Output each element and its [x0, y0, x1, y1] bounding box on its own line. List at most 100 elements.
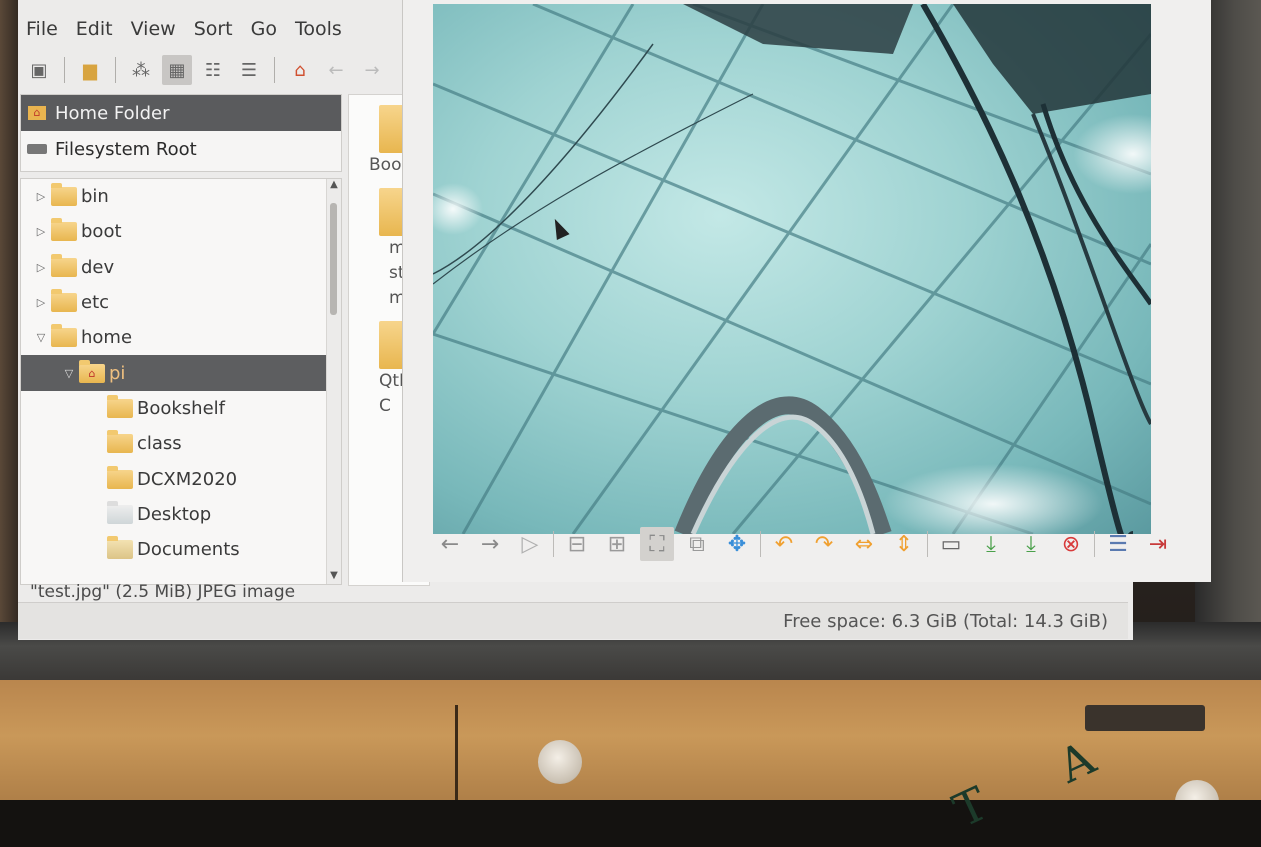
- flip-horizontal-icon[interactable]: ⇔: [847, 527, 881, 561]
- home-icon: ⌂: [27, 105, 47, 121]
- tree-item-dev[interactable]: ▷ dev: [21, 250, 341, 285]
- desktop-folder-icon: [107, 500, 133, 524]
- tree-item-label: DCXM2020: [137, 468, 238, 490]
- tree-item-label: boot: [81, 221, 122, 243]
- free-space-text: Free space: 6.3 GiB (Total: 14.3 GiB): [783, 611, 1108, 632]
- place-home-folder[interactable]: ⌂ Home Folder: [21, 95, 341, 131]
- menu-file[interactable]: File: [24, 14, 60, 44]
- folder-icon: [51, 324, 77, 348]
- folder-icon: [107, 394, 133, 418]
- directory-tree: ▷ bin ▷ boot ▷ dev ▷ etc ▽ home ▽ ⌂ pi Bookshelf class…: [20, 178, 342, 585]
- documents-folder-icon: [107, 536, 133, 560]
- toolbar-separator: [274, 57, 275, 83]
- tree-item-bin[interactable]: ▷ bin: [21, 179, 341, 214]
- image-viewer-window: ← → ▷ ⊟ ⊞ ⛶ ⧉ ✥ ↶ ↷ ⇔ ⇕ ▭ ⤓ ⤓ ⊗ ☰ ⇥: [402, 0, 1211, 582]
- drive-icon: [27, 141, 47, 157]
- place-label: Home Folder: [55, 102, 170, 124]
- forward-arrow-icon[interactable]: →: [473, 527, 507, 561]
- menu-sort[interactable]: Sort: [192, 14, 235, 44]
- toolbar-separator: [553, 531, 554, 557]
- tree-item-label: class: [137, 433, 182, 455]
- collapse-arrow-icon[interactable]: ▽: [59, 367, 79, 380]
- status-bar: Free space: 6.3 GiB (Total: 14.3 GiB): [18, 602, 1128, 639]
- tree-item-label: pi: [109, 362, 126, 384]
- slideshow-icon[interactable]: ▷: [513, 527, 547, 561]
- new-folder-icon[interactable]: ▆: [75, 55, 105, 85]
- toolbar-separator: [64, 57, 65, 83]
- folder-icon: [51, 183, 77, 207]
- places-panel: ⌂ Home Folder Filesystem Root: [20, 94, 342, 172]
- photo-image: [433, 4, 1151, 534]
- place-filesystem-root[interactable]: Filesystem Root: [21, 131, 341, 167]
- expand-arrow-icon[interactable]: ▷: [31, 261, 51, 274]
- tree-item-label: Documents: [137, 539, 240, 561]
- menu-bar: File Edit View Sort Go Tools: [24, 14, 344, 44]
- expand-arrow-icon[interactable]: ▷: [31, 190, 51, 203]
- frame-bracket: [1085, 705, 1205, 731]
- toolbar-separator: [927, 531, 928, 557]
- fullscreen-icon[interactable]: ✥: [720, 527, 754, 561]
- tree-item-class[interactable]: class: [21, 426, 341, 461]
- scrollbar-thumb[interactable]: [330, 203, 337, 315]
- tree-item-label: dev: [81, 256, 115, 278]
- save-icon[interactable]: ⤓: [974, 527, 1008, 561]
- toolbar-separator: [115, 57, 116, 83]
- scroll-up-icon[interactable]: ▲: [327, 179, 341, 193]
- quit-icon[interactable]: ⇥: [1141, 527, 1175, 561]
- delete-icon[interactable]: ⊗: [1054, 527, 1088, 561]
- home-icon[interactable]: ⌂: [285, 55, 315, 85]
- thumbnail-view-icon[interactable]: ▦: [162, 55, 192, 85]
- compact-view-icon[interactable]: ☷: [198, 55, 228, 85]
- folder-icon: [51, 218, 77, 242]
- tree-item-label: Desktop: [137, 503, 212, 525]
- flip-vertical-icon[interactable]: ⇕: [887, 527, 921, 561]
- menu-tools[interactable]: Tools: [293, 14, 344, 44]
- toolbar-separator: [1094, 531, 1095, 557]
- toolbar: ▣ ▆ ⁂ ▦ ☷ ☰ ⌂ ← →: [24, 52, 387, 88]
- frame-screw: [538, 740, 582, 784]
- zoom-in-icon[interactable]: ⊞: [600, 527, 634, 561]
- new-window-icon[interactable]: ▣: [24, 55, 54, 85]
- folder-icon: [51, 253, 77, 277]
- photo-content: [433, 4, 1151, 534]
- open-file-icon[interactable]: ▭: [934, 527, 968, 561]
- expand-arrow-icon[interactable]: ▷: [31, 296, 51, 309]
- tree-item-home[interactable]: ▽ home: [21, 320, 341, 355]
- scroll-down-icon[interactable]: ▼: [327, 570, 341, 584]
- collapse-arrow-icon[interactable]: ▽: [31, 331, 51, 344]
- tree-item-pi[interactable]: ▽ ⌂ pi: [21, 355, 341, 391]
- status-text: "test.jpg" (2.5 MiB) JPEG image: [30, 582, 296, 602]
- tree-scrollbar[interactable]: ▲ ▼: [326, 179, 341, 584]
- background-dark: [0, 800, 1261, 847]
- tree-item-boot[interactable]: ▷ boot: [21, 214, 341, 249]
- tree-item-label: bin: [81, 186, 109, 208]
- fit-window-icon[interactable]: ⛶: [640, 527, 674, 561]
- original-size-icon[interactable]: ⧉: [680, 527, 714, 561]
- folder-icon: [51, 289, 77, 313]
- back-arrow-icon[interactable]: ←: [433, 527, 467, 561]
- tree-item-bookshelf[interactable]: Bookshelf: [21, 391, 341, 426]
- save-as-icon[interactable]: ⤓: [1014, 527, 1048, 561]
- menu-view[interactable]: View: [129, 14, 178, 44]
- detailed-list-view-icon[interactable]: ☰: [234, 55, 264, 85]
- forward-arrow-icon[interactable]: →: [357, 55, 387, 85]
- tree-item-etc[interactable]: ▷ etc: [21, 285, 341, 320]
- rotate-right-icon[interactable]: ↷: [807, 527, 841, 561]
- toolbar-separator: [760, 531, 761, 557]
- zoom-out-icon[interactable]: ⊟: [560, 527, 594, 561]
- rotate-left-icon[interactable]: ↶: [767, 527, 801, 561]
- home-folder-icon: ⌂: [79, 359, 105, 383]
- tree-item-label: home: [81, 327, 133, 349]
- tree-item-dcxm2020[interactable]: DCXM2020: [21, 461, 341, 496]
- back-arrow-icon[interactable]: ←: [321, 55, 351, 85]
- tree-item-desktop[interactable]: Desktop: [21, 497, 341, 532]
- tree-item-documents[interactable]: Documents: [21, 532, 341, 567]
- tree-item-label: etc: [81, 292, 110, 314]
- icon-view-icon[interactable]: ⁂: [126, 55, 156, 85]
- preferences-icon[interactable]: ☰: [1101, 527, 1135, 561]
- expand-arrow-icon[interactable]: ▷: [31, 225, 51, 238]
- frame-seam: [455, 705, 458, 805]
- menu-edit[interactable]: Edit: [74, 14, 115, 44]
- tree-item-label: Bookshelf: [137, 397, 225, 419]
- menu-go[interactable]: Go: [249, 14, 279, 44]
